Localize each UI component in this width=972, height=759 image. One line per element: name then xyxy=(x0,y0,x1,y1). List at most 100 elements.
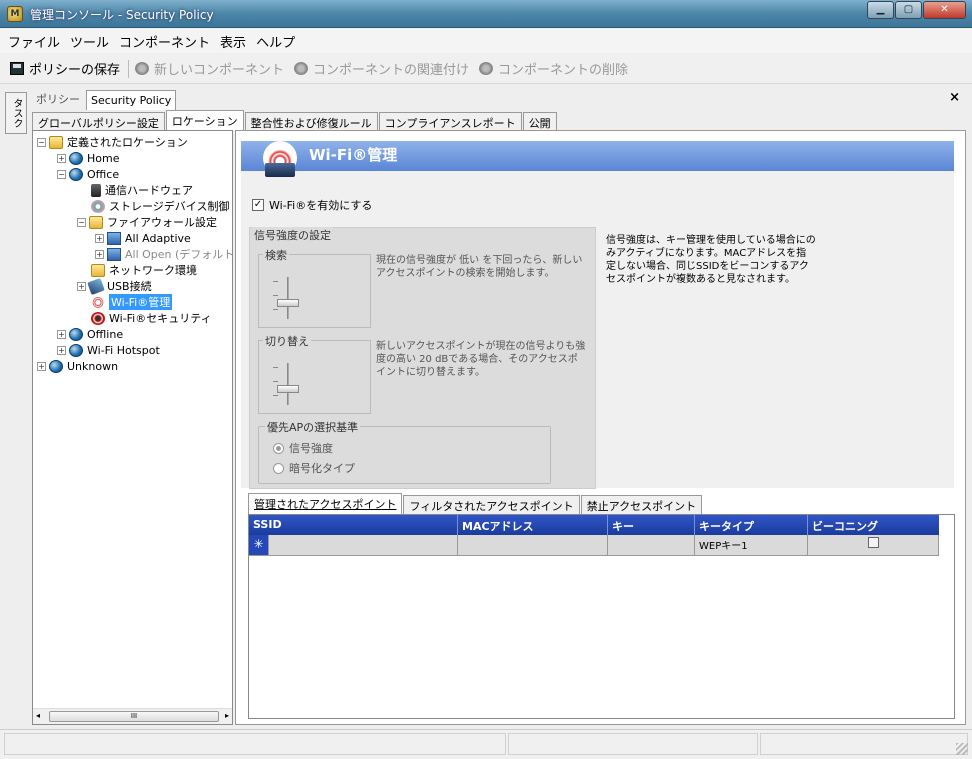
checkbox-box[interactable]: ✓ xyxy=(252,199,264,211)
tree-item-wifi-sec[interactable]: Wi-Fi®セキュリティ xyxy=(91,310,212,326)
policy-tab[interactable]: Security Policy xyxy=(86,90,177,110)
switch-label: 切り替え xyxy=(263,333,311,349)
tree-item-offline[interactable]: + Offline xyxy=(57,326,123,342)
tree-item-all-open[interactable]: + All Open (デフォルト xyxy=(95,246,233,262)
expand-icon[interactable]: + xyxy=(95,249,104,259)
tree-item-wifi-mgmt[interactable]: Wi-Fi®管理 xyxy=(91,294,173,310)
close-button[interactable]: ✕ xyxy=(923,1,966,19)
tab-location[interactable]: ロケーション xyxy=(165,110,244,131)
radio-label: 信号強度 xyxy=(289,442,333,455)
cell-mac[interactable] xyxy=(458,535,608,556)
delete-component-button[interactable]: コンポーネントの削除 xyxy=(479,59,628,78)
tab-compliance-report[interactable]: コンプライアンスレポート xyxy=(378,112,522,130)
globe-icon xyxy=(69,151,83,165)
radio-button[interactable] xyxy=(273,442,284,454)
radio-button[interactable] xyxy=(273,462,284,474)
menu-component[interactable]: コンポーネント xyxy=(119,32,210,51)
tree-item-usb[interactable]: + USB接続 xyxy=(77,277,152,295)
slider-tick xyxy=(273,309,278,310)
tree-item-home[interactable]: + Home xyxy=(57,150,119,166)
scroll-left-icon[interactable]: ◂ xyxy=(36,711,40,720)
delete-component-label: コンポーネントの削除 xyxy=(498,63,629,78)
tree-label: Unknown xyxy=(67,359,119,373)
tab-managed-ap[interactable]: 管理されたアクセスポイント xyxy=(248,493,403,514)
title-bar: M 管理コンソール - Security Policy ▁ ▢ ✕ xyxy=(0,0,972,28)
status-segment xyxy=(4,733,506,755)
tree-item-network[interactable]: ネットワーク環境 xyxy=(91,262,197,278)
close-policy-icon[interactable]: × xyxy=(949,90,960,105)
tree-label: All Open (デフォルト xyxy=(125,248,233,261)
collapse-icon[interactable]: − xyxy=(57,169,66,179)
menu-view[interactable]: 表示 xyxy=(220,32,246,51)
cell-ssid[interactable] xyxy=(269,535,458,556)
cell-keytype[interactable]: WEPキー1 xyxy=(695,535,808,556)
menu-file[interactable]: ファイル xyxy=(8,32,60,51)
main-tabs: グローバルポリシー設定 ロケーション 整合性および修復ルール コンプライアンスレ… xyxy=(32,110,558,131)
table-row[interactable]: ✳ WEPキー1 xyxy=(249,535,939,556)
firewall-icon xyxy=(107,247,121,261)
gear-icon xyxy=(479,62,494,75)
save-policy-button[interactable]: ポリシーの保存 xyxy=(10,59,120,78)
policy-bar: ポリシー Security Policy xyxy=(28,88,177,110)
expand-icon[interactable]: + xyxy=(57,345,66,355)
tree-horizontal-scrollbar[interactable]: ◂ III ▸ xyxy=(33,708,232,724)
tree-label: All Adaptive xyxy=(125,231,191,245)
menu-bar: ファイル ツール コンポーネント 表示 ヘルプ xyxy=(0,29,972,53)
expand-icon[interactable]: + xyxy=(57,153,66,163)
enable-wifi-checkbox[interactable]: ✓ Wi-Fi®を有効にする xyxy=(252,197,372,213)
radio-encryption-type[interactable]: 暗号化タイプ xyxy=(273,460,355,476)
signal-settings-panel: 信号強度の設定 検索 現在の信号強度が 低い を下回ったら、新しいアクセスポイン… xyxy=(249,227,596,489)
tab-publish[interactable]: 公開 xyxy=(522,112,557,130)
scroll-thumb[interactable]: III xyxy=(49,711,219,722)
switch-slider-thumb[interactable] xyxy=(277,385,299,393)
new-component-button[interactable]: 新しいコンポーネント xyxy=(135,59,284,78)
tab-global-policy[interactable]: グローバルポリシー設定 xyxy=(32,112,165,130)
beacon-checkbox[interactable] xyxy=(867,537,879,548)
col-key[interactable]: キー xyxy=(608,515,695,535)
tab-compliance-rules[interactable]: 整合性および修復ルール xyxy=(244,112,378,130)
tree-item-root[interactable]: − 定義されたロケーション xyxy=(37,134,188,150)
access-point-tabs: 管理されたアクセスポイント フィルタされたアクセスポイント 禁止アクセスポイント xyxy=(248,493,703,514)
window-title: 管理コンソール - Security Policy xyxy=(30,8,214,22)
collapse-icon[interactable]: − xyxy=(37,137,46,147)
radio-signal-strength[interactable]: 信号強度 xyxy=(273,440,333,456)
save-icon xyxy=(10,62,24,75)
col-ssid[interactable]: SSID xyxy=(249,515,458,535)
expand-icon[interactable]: + xyxy=(95,233,104,243)
tree-item-hotspot[interactable]: + Wi-Fi Hotspot xyxy=(57,342,160,358)
tree-item-comm-hw[interactable]: 通信ハードウェア xyxy=(91,182,193,198)
link-component-label: コンポーネントの関連付け xyxy=(313,63,470,78)
gear-icon xyxy=(294,62,309,75)
tree-item-office[interactable]: − Office xyxy=(57,166,119,182)
cell-beacon[interactable] xyxy=(808,535,939,556)
collapse-icon[interactable]: − xyxy=(77,217,86,227)
tree-item-all-adaptive[interactable]: + All Adaptive xyxy=(95,230,191,246)
laptop-icon xyxy=(265,163,295,177)
tree-item-unknown[interactable]: + Unknown xyxy=(37,358,118,374)
gear-icon xyxy=(135,62,150,75)
tab-filtered-ap[interactable]: フィルタされたアクセスポイント xyxy=(403,495,580,514)
cell-key[interactable] xyxy=(608,535,695,556)
expand-icon[interactable]: + xyxy=(77,281,86,291)
tree-item-firewall[interactable]: − ファイアウォール設定 xyxy=(77,214,217,230)
col-mac[interactable]: MACアドレス xyxy=(458,515,608,535)
col-beacon[interactable]: ビーコニング xyxy=(808,515,939,535)
search-slider-thumb[interactable] xyxy=(277,299,299,307)
menu-help[interactable]: ヘルプ xyxy=(256,32,295,51)
minimize-button[interactable]: ▁ xyxy=(867,1,894,19)
col-keytype[interactable]: キータイプ xyxy=(695,515,808,535)
slider-tick xyxy=(273,295,278,296)
link-component-button[interactable]: コンポーネントの関連付け xyxy=(294,59,469,78)
expand-icon[interactable]: + xyxy=(37,361,46,371)
policy-label: ポリシー xyxy=(36,93,80,106)
maximize-button[interactable]: ▢ xyxy=(895,1,922,19)
scroll-right-icon[interactable]: ▸ xyxy=(225,711,229,720)
folder-icon xyxy=(91,263,105,277)
menu-tools[interactable]: ツール xyxy=(70,32,109,51)
tree-item-storage[interactable]: ストレージデバイス制御 xyxy=(91,198,229,214)
tasks-tab[interactable]: タスク xyxy=(5,92,27,134)
resize-grip[interactable] xyxy=(956,743,968,755)
tab-blocked-ap[interactable]: 禁止アクセスポイント xyxy=(580,495,703,514)
expand-icon[interactable]: + xyxy=(57,329,66,339)
folder-icon xyxy=(49,135,63,149)
